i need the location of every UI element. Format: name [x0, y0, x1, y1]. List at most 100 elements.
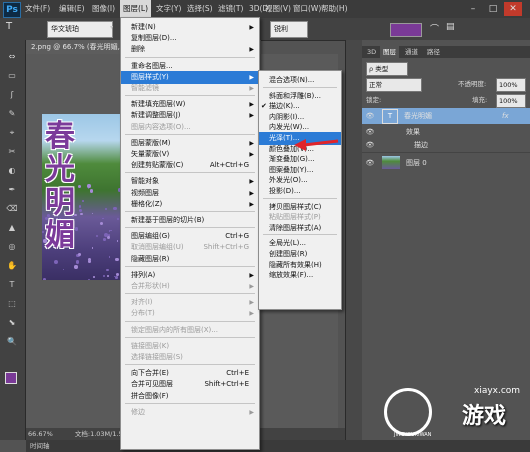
menu-item[interactable]: 隐藏图层(R)	[121, 253, 259, 266]
layer-filter-select[interactable]: ρ 类型	[366, 62, 408, 76]
zoom-level[interactable]: 66.67%	[28, 430, 53, 438]
layer-name[interactable]: 图层 0	[406, 155, 427, 171]
visibility-eye-icon[interactable]: 👁	[365, 137, 375, 153]
poem-char: 媚	[45, 218, 75, 253]
font-family-select[interactable]: 华文琥珀	[47, 21, 113, 38]
menu-item-label: 图层内容选项(O)...	[131, 122, 191, 131]
tab-layers[interactable]: 图层	[380, 46, 399, 58]
submenu-arrow-icon: ▶	[249, 46, 254, 54]
menu-separator	[125, 211, 255, 212]
visibility-eye-icon[interactable]: 👁	[365, 108, 375, 124]
menu-item[interactable]: 合并形状(H) ▶	[121, 280, 259, 293]
menu-separator	[263, 234, 337, 236]
menu-item[interactable]: 栅格化(Z) ▶	[121, 198, 259, 211]
character-panel-icon[interactable]: ▤	[446, 22, 460, 36]
menu-item[interactable]: 混合选项(N)...	[259, 74, 341, 87]
menu-item[interactable]: 智能滤镜 ▶	[121, 82, 259, 95]
dodge-tool-icon[interactable]: ◐	[5, 166, 19, 176]
menu-item-label: 投影(D)...	[269, 187, 301, 195]
menu-item-label: 全局光(L)...	[269, 239, 307, 248]
type-tool-icon[interactable]: T	[6, 21, 12, 32]
panel-dock-strip	[345, 40, 362, 440]
menu-item[interactable]: 删除 ▶	[121, 43, 259, 56]
menu-item-label: 取消图层编组(U)	[131, 243, 184, 252]
opacity-input[interactable]: 100%	[496, 78, 526, 92]
pen-tool-icon[interactable]: ✒	[5, 185, 19, 195]
menu-item-label: 新建(N)	[131, 23, 156, 31]
fx-icon[interactable]: fx	[502, 108, 509, 124]
menu-item-label: 新建填充图层(W)	[131, 100, 186, 109]
chevron-down-icon[interactable]: ▾	[110, 24, 116, 33]
menu-separator	[125, 227, 255, 229]
menu-item[interactable]: 清除图层样式(A)	[259, 222, 341, 235]
menu-item[interactable]: 修边 ▶	[121, 406, 259, 419]
watermark-url: xiayx.com	[474, 386, 521, 396]
gradient-tool-icon[interactable]: ▲	[5, 223, 19, 233]
close-icon[interactable]: ✕	[504, 2, 522, 16]
submenu-arrow-icon: ▶	[249, 200, 254, 208]
menu-item-label: 图层编组(G)	[131, 232, 170, 241]
menu-1[interactable]: 编辑(E)	[56, 0, 88, 18]
menu-5[interactable]: 选择(S)	[184, 0, 216, 18]
zoom-tool-icon[interactable]: 🔍	[5, 337, 19, 347]
menu-separator	[125, 336, 255, 338]
menu-item[interactable]: 拼合图像(F)	[121, 390, 259, 403]
submenu-arrow-icon: ▶	[249, 408, 254, 416]
fill-input[interactable]: 100%	[496, 94, 526, 108]
menu-item-label: 粘贴图层样式(P)	[269, 213, 321, 222]
menu-item-label: 修边	[131, 407, 145, 416]
lasso-tool-icon[interactable]: ʃ	[5, 90, 19, 100]
menu-item[interactable]: 图层内容选项(O)...	[121, 121, 259, 134]
menu-item[interactable]: 锁定图层内的所有图层(X)...	[121, 324, 259, 337]
antialias-select[interactable]: 锐利	[270, 21, 308, 38]
warp-text-icon[interactable]: ⌒	[430, 22, 444, 36]
menu-2[interactable]: 图像(I)	[89, 0, 118, 18]
menu-10[interactable]: 帮助(H)	[318, 0, 351, 18]
menu-item[interactable]: 新建基于图层的切片(B)	[121, 214, 259, 227]
layer-row-text[interactable]: 👁 T 春光明媚 fx	[362, 108, 530, 124]
menu-item-label: 重命名图层...	[131, 61, 173, 70]
layer-name[interactable]: 春光明媚	[404, 108, 432, 124]
move-tool-icon[interactable]: ⇔	[5, 52, 19, 62]
maximize-icon[interactable]: □	[484, 2, 502, 16]
crop-tool-icon[interactable]: ⌖	[5, 128, 19, 138]
watermark-brand: 游戏	[462, 404, 507, 429]
menu-0[interactable]: 文件(F)	[22, 0, 53, 18]
tab-3d[interactable]: 3D	[364, 46, 379, 58]
blend-mode-select[interactable]: 正常	[366, 78, 422, 92]
minimize-icon[interactable]: –	[464, 2, 482, 16]
red-arrow-annotation	[294, 139, 339, 151]
menu-4[interactable]: 文字(Y)	[153, 0, 184, 18]
text-color-swatch[interactable]	[390, 23, 422, 37]
foreground-color-swatch[interactable]	[5, 372, 17, 384]
tab-channels[interactable]: 通道	[402, 46, 421, 58]
menu-item[interactable]: 投影(D)...	[259, 185, 341, 198]
menu-3[interactable]: 图层(L)	[120, 0, 152, 18]
hand-tool-icon[interactable]: ✋	[5, 261, 19, 271]
tab-paths[interactable]: 路径	[424, 46, 443, 58]
menu-item[interactable]: 创建剪贴蒙版(C) Alt+Ctrl+G	[121, 159, 259, 172]
watermark-pinyin: JINGYOUXIWAN	[394, 432, 432, 438]
eraser-tool-icon[interactable]: ⌫	[5, 204, 19, 214]
layer-row-image[interactable]: 👁 图层 0	[362, 152, 530, 173]
menu-item[interactable]: 分布(T) ▶	[121, 307, 259, 320]
visibility-eye-icon[interactable]: 👁	[365, 155, 375, 171]
menu-item-label: 智能滤镜	[131, 84, 159, 92]
type-tool-icon[interactable]: T	[5, 280, 19, 290]
menu-6[interactable]: 滤镜(T)	[215, 0, 246, 18]
menu-item-label: 图层蒙版(M)	[131, 138, 171, 147]
menu-separator	[125, 265, 255, 267]
shape-tool-icon[interactable]: ⬚	[5, 299, 19, 309]
menu-item-label: 描边(K)...	[269, 102, 300, 111]
menu-item-label: 创建剪贴蒙版(C)	[131, 161, 184, 170]
menu-item-label: 混合选项(N)...	[269, 76, 315, 84]
menu-item[interactable]: 选择链接图层(S)	[121, 351, 259, 364]
slice-tool-icon[interactable]: ✂	[5, 147, 19, 157]
submenu-arrow-icon: ▶	[249, 85, 254, 92]
path-select-icon[interactable]: ⬊	[5, 318, 19, 328]
marquee-tool-icon[interactable]: ▭	[5, 71, 19, 81]
stroke-effect-row[interactable]: 👁 描边	[362, 137, 530, 153]
menu-item[interactable]: 缩放效果(F)...	[259, 269, 341, 282]
blur-tool-icon[interactable]: ◎	[5, 242, 19, 252]
brush-tool-icon[interactable]: ✎	[5, 109, 19, 119]
